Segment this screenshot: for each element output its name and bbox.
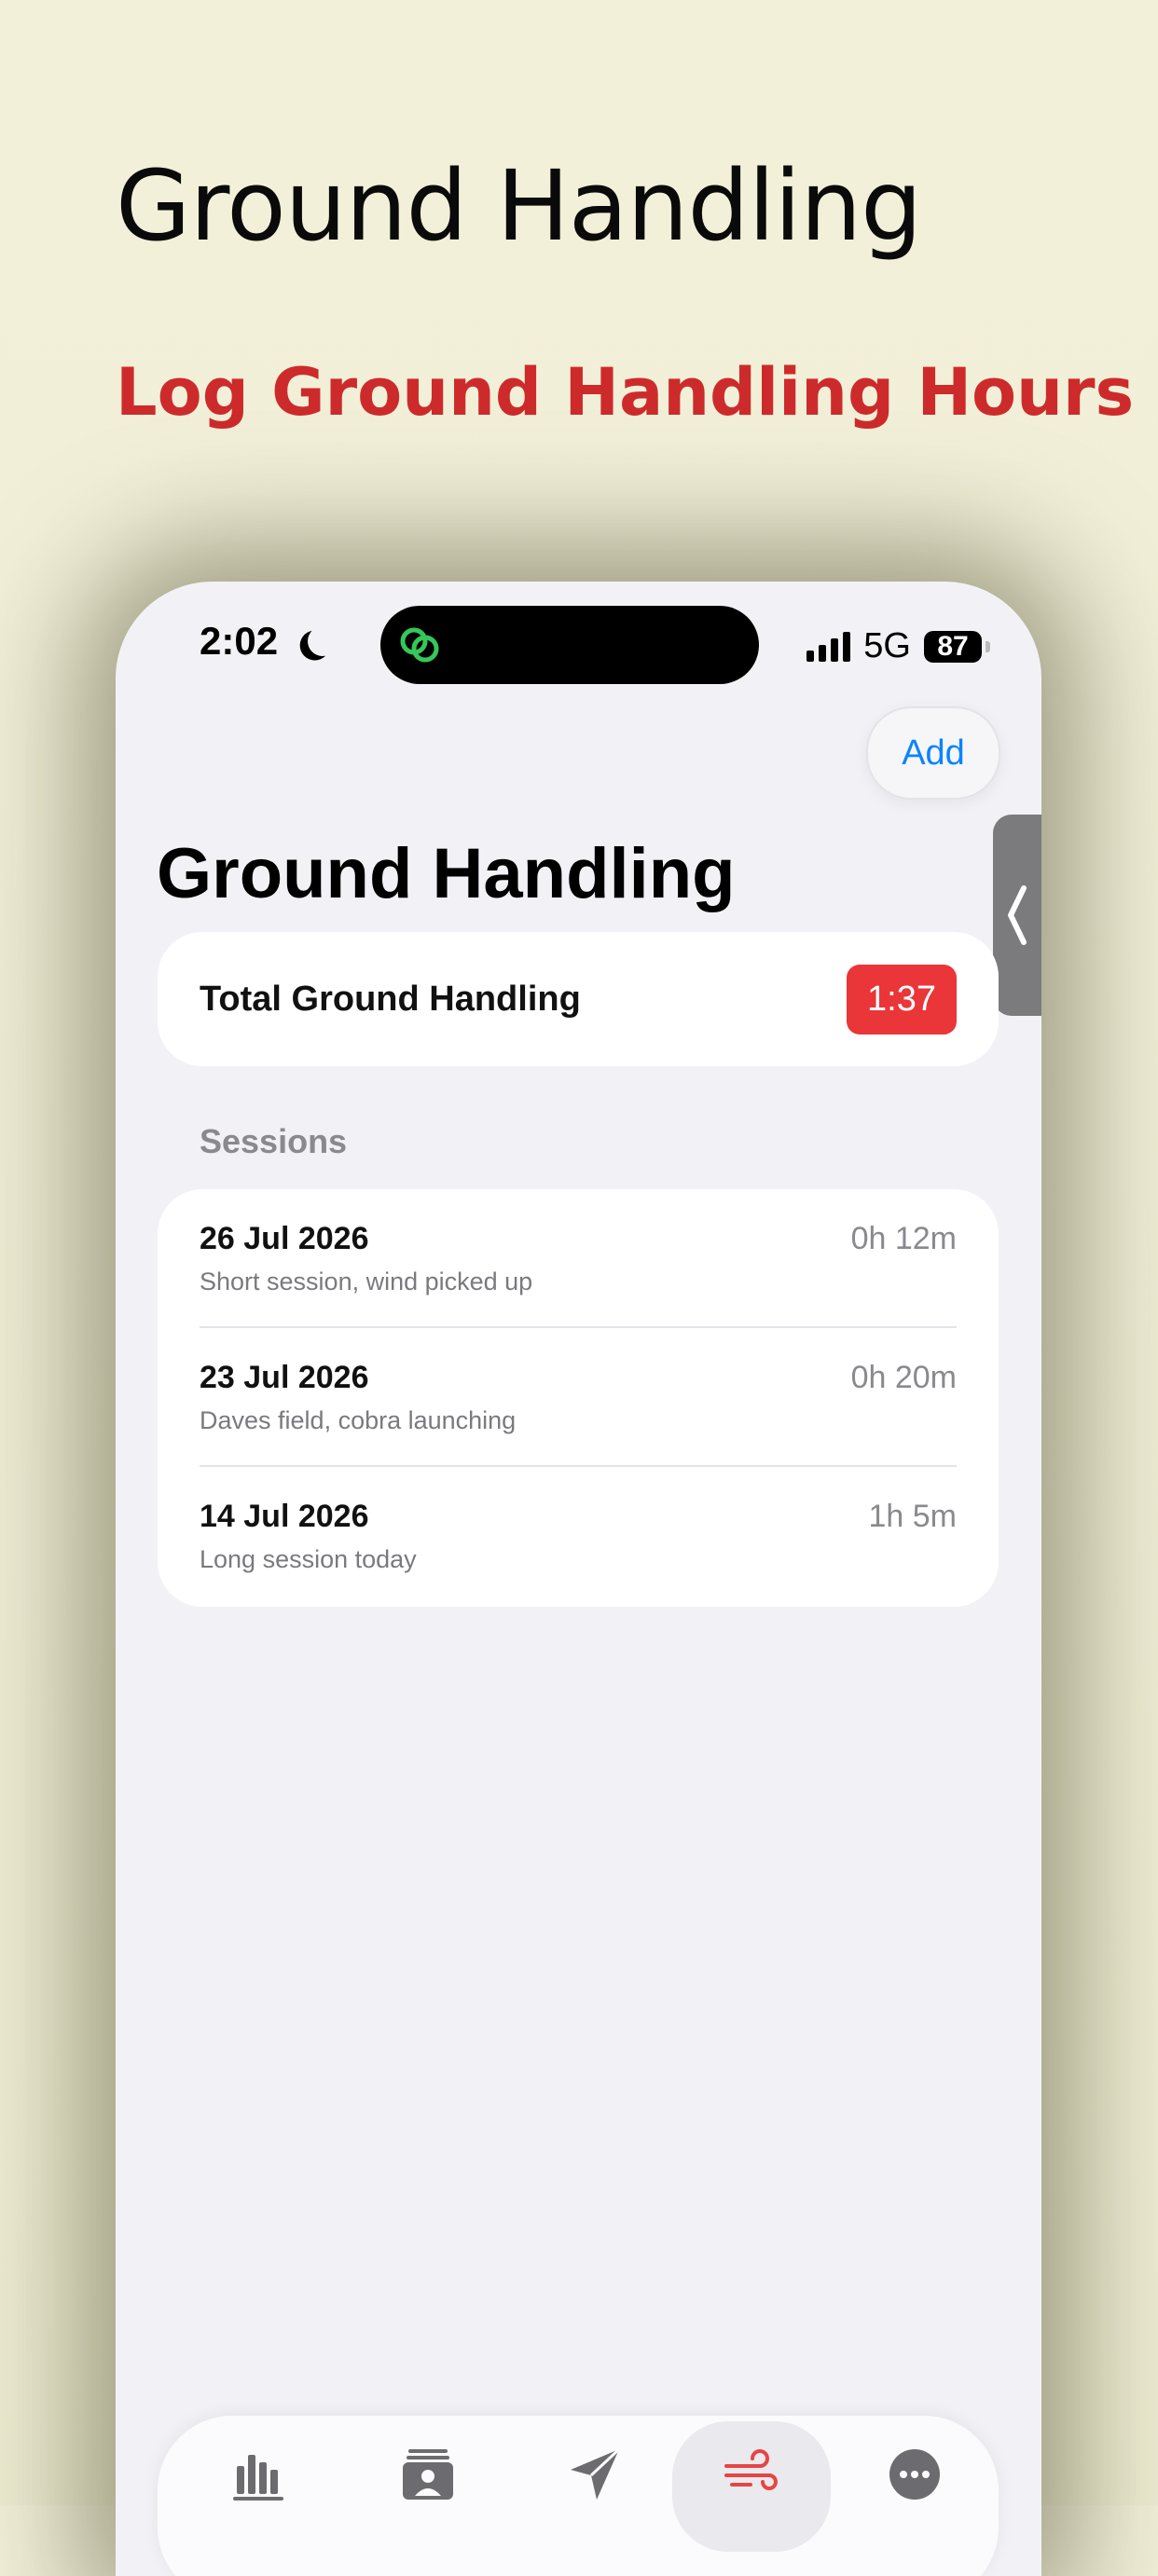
tab-more[interactable] xyxy=(849,2434,980,2537)
total-summary-card: Total Ground Handling 1:37 xyxy=(158,932,999,1066)
wind-icon xyxy=(724,2449,778,2490)
sessions-header: Sessions xyxy=(200,1122,348,1160)
status-time: 2:02 xyxy=(200,619,338,664)
session-date: 26 Jul 2026 xyxy=(200,1221,369,1256)
status-indicators: 5G 87 xyxy=(806,626,990,666)
more-icon xyxy=(889,2449,940,2500)
tab-stats[interactable] xyxy=(195,2434,325,2537)
session-duration: 1h 5m xyxy=(868,1499,958,1534)
session-duration: 0h 12m xyxy=(850,1221,957,1256)
status-time-text: 2:02 xyxy=(200,619,279,663)
session-row[interactable]: 14 Jul 2026 Long session today 1h 5m xyxy=(200,1467,957,1606)
tab-ground[interactable] xyxy=(672,2421,831,2552)
session-date: 23 Jul 2026 xyxy=(200,1360,369,1395)
tab-flights[interactable] xyxy=(531,2434,661,2537)
session-note: Long session today xyxy=(200,1545,417,1573)
bar-chart-icon xyxy=(233,2455,283,2501)
session-note: Daves field, cobra launching xyxy=(200,1406,517,1434)
page-title: Ground Handling xyxy=(157,834,736,913)
session-duration: 0h 20m xyxy=(850,1360,957,1395)
session-row[interactable]: 23 Jul 2026 Daves field, cobra launching… xyxy=(200,1328,957,1467)
paper-plane-icon xyxy=(571,2447,621,2500)
signal-icon xyxy=(806,631,851,662)
battery-level: 87 xyxy=(937,630,969,662)
dynamic-island xyxy=(380,606,759,684)
moon-icon xyxy=(306,623,340,658)
promo-subtitle: Log Ground Handling Hours xyxy=(116,354,1135,431)
add-button[interactable]: Add xyxy=(866,706,1000,800)
session-date: 14 Jul 2026 xyxy=(200,1499,369,1534)
pilot-icon xyxy=(403,2449,453,2500)
chevron-left-icon xyxy=(1008,885,1027,945)
session-note: Short session, wind picked up xyxy=(200,1267,533,1295)
battery-icon: 87 xyxy=(924,630,990,663)
linked-rings-icon xyxy=(400,627,439,663)
promo-title: Ground Handling xyxy=(116,149,922,263)
total-value-badge: 1:37 xyxy=(847,964,957,1035)
tab-bar xyxy=(158,2416,999,2576)
side-panel-handle[interactable] xyxy=(993,815,1041,1016)
total-label: Total Ground Handling xyxy=(200,979,581,1019)
network-type: 5G xyxy=(863,626,911,665)
sessions-list: 26 Jul 2026 Short session, wind picked u… xyxy=(158,1189,999,1607)
tab-pilot[interactable] xyxy=(363,2434,493,2537)
phone-screen: 2:02 5G 87 Add Ground Handling Total Gro… xyxy=(116,582,1041,2576)
session-row[interactable]: 26 Jul 2026 Short session, wind picked u… xyxy=(200,1189,957,1328)
